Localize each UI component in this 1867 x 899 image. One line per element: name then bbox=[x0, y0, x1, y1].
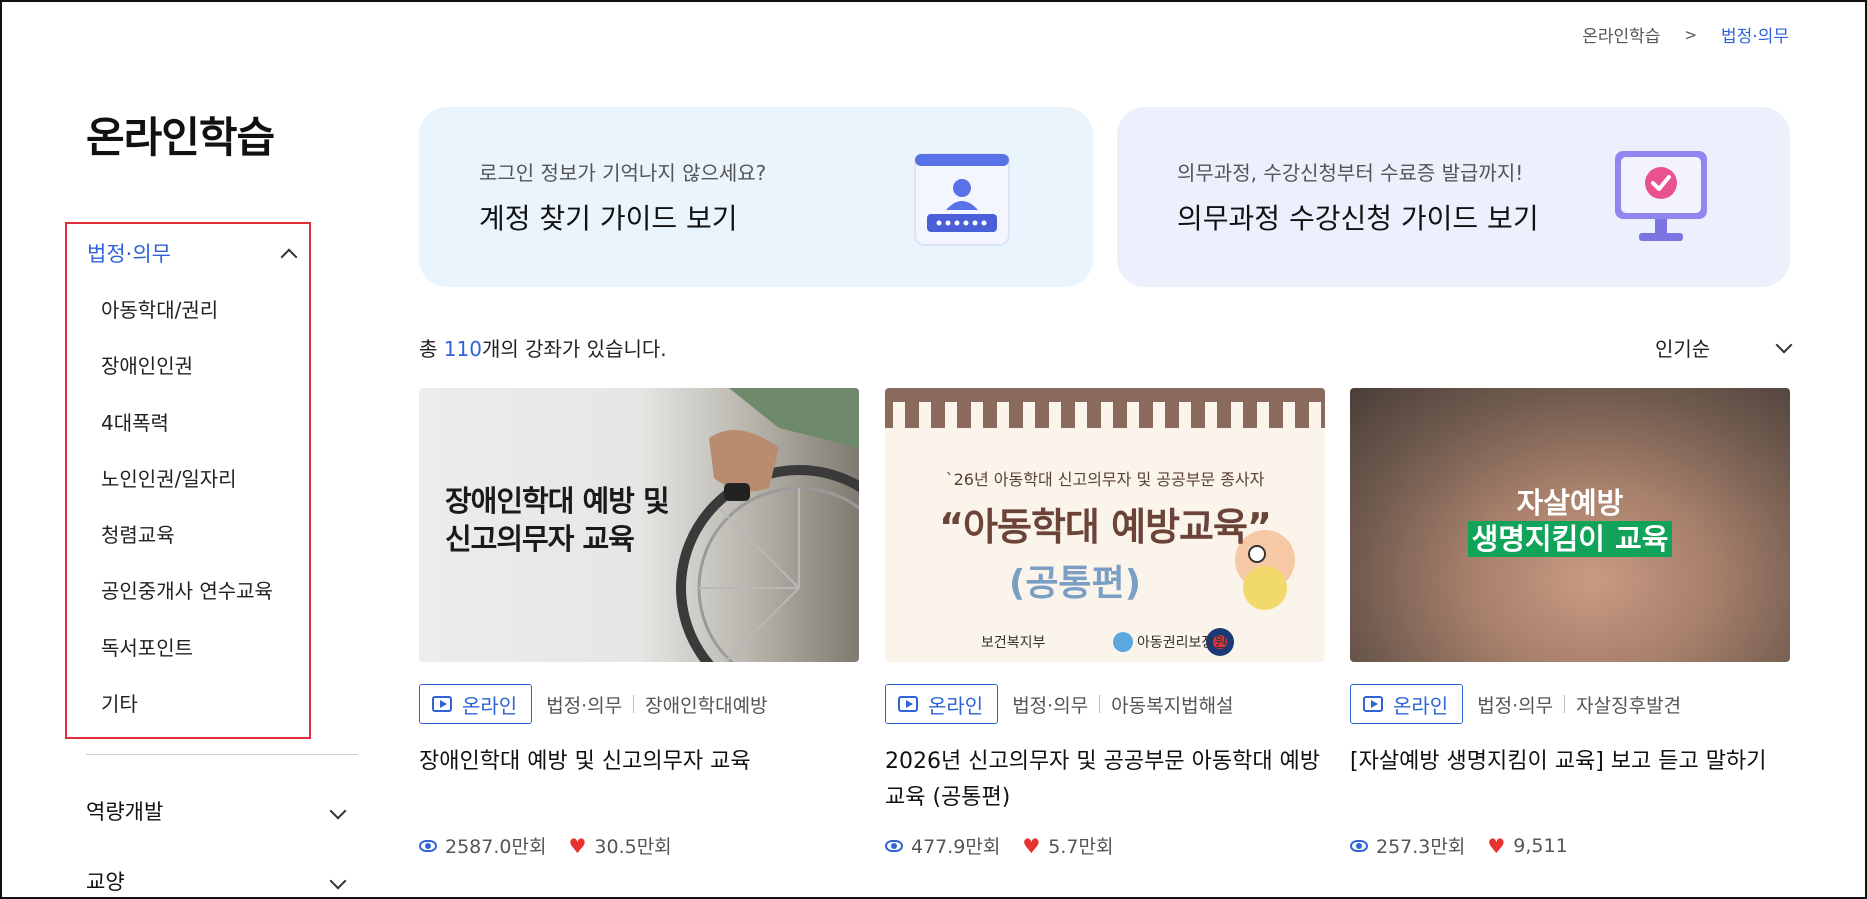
breadcrumb-root[interactable]: 온라인학습 bbox=[1582, 22, 1660, 47]
chevron-down-icon bbox=[329, 872, 347, 890]
banner-title: 의무과정 수강신청 가이드 보기 bbox=[1177, 202, 1539, 235]
thumbnail-text-line2: 신고의무자 교육 bbox=[445, 522, 635, 556]
meta-divider bbox=[1099, 695, 1101, 713]
heart-icon: ♥ bbox=[1487, 833, 1506, 858]
like-count: 5.7만회 bbox=[1048, 836, 1114, 858]
eye-icon bbox=[419, 839, 437, 852]
course-card[interactable]: `26년 아동학대 신고의무자 및 공공부문 종사자 “아동학대 예방교육” (… bbox=[885, 388, 1325, 858]
online-badge-label: 온라인 bbox=[928, 693, 984, 718]
course-meta: 온라인 법정·의무 장애인학대예방 bbox=[419, 684, 768, 724]
sidebar-item-integrity[interactable]: 청렴교육 bbox=[101, 525, 273, 581]
course-card[interactable]: 자살예방 생명지킴이 교육 온라인 법정·의무 자살징후발견 [자살예방 생명지킴… bbox=[1350, 388, 1790, 858]
meta-divider bbox=[1564, 695, 1566, 713]
sort-dropdown[interactable]: 인기순 bbox=[1655, 333, 1793, 362]
course-count-prefix: 총 bbox=[419, 337, 444, 361]
chevron-down-icon bbox=[1775, 336, 1793, 353]
breadcrumb: 온라인학습 > 법정·의무 bbox=[1582, 22, 1789, 48]
banner-account-guide[interactable]: 로그인 정보가 기억나지 않으세요? 계정 찾기 가이드 보기 bbox=[419, 107, 1093, 287]
course-count-number: 110 bbox=[443, 337, 482, 361]
view-count: 477.9만회 bbox=[911, 836, 1001, 858]
sidebar-group-culture[interactable]: 교양 bbox=[86, 866, 347, 896]
banner-subtitle: 의무과정, 수강신청부터 수료증 발급까지! bbox=[1177, 161, 1524, 185]
course-thumbnail[interactable]: 장애인학대 예방 및 신고의무자 교육 bbox=[419, 388, 859, 662]
course-category: 법정·의무 bbox=[1012, 694, 1089, 717]
banner-subtitle: 로그인 정보가 기억나지 않으세요? bbox=[479, 161, 767, 185]
breadcrumb-current: 법정·의무 bbox=[1721, 27, 1789, 47]
course-count-suffix: 개의 강좌가 있습니다. bbox=[481, 337, 667, 361]
monitor-check-icon bbox=[1615, 151, 1707, 241]
sidebar-group-competency-label: 역량개발 bbox=[86, 800, 164, 824]
thumbnail-text-line1: 장애인학대 예방 및 bbox=[445, 484, 670, 518]
course-meta: 온라인 법정·의무 자살징후발견 bbox=[1350, 684, 1681, 724]
thumbnail-logo-ministry: 보건복지부 bbox=[981, 635, 1046, 651]
course-stats: 257.3만회 ♥ 9,511 bbox=[1350, 832, 1568, 859]
sidebar-item-reading-points[interactable]: 독서포인트 bbox=[101, 638, 273, 694]
page-title: 온라인학습 bbox=[86, 113, 275, 162]
course-tag: 장애인학대예방 bbox=[645, 694, 768, 717]
sort-selected: 인기순 bbox=[1655, 337, 1711, 361]
play-icon bbox=[898, 696, 918, 712]
course-title[interactable]: [자살예방 생명지킴이 교육] 보고 듣고 말하기 bbox=[1350, 744, 1790, 780]
account-password-icon bbox=[914, 153, 1010, 246]
course-tag: 자살징후발견 bbox=[1576, 694, 1682, 717]
view-count: 257.3만회 bbox=[1376, 836, 1466, 858]
heart-icon: ♥ bbox=[1022, 833, 1041, 858]
course-tag: 아동복지법해설 bbox=[1111, 694, 1234, 717]
online-badge: 온라인 bbox=[419, 684, 533, 724]
eye-icon bbox=[885, 839, 903, 852]
banner-title: 계정 찾기 가이드 보기 bbox=[479, 202, 738, 235]
breadcrumb-separator-icon: > bbox=[1684, 25, 1698, 44]
play-icon bbox=[432, 696, 452, 712]
course-title[interactable]: 2026년 신고의무자 및 공공부문 아동학대 예방교육 (공통편) bbox=[885, 744, 1325, 816]
online-badge: 온라인 bbox=[1350, 684, 1464, 724]
course-meta: 온라인 법정·의무 아동복지법해설 bbox=[885, 684, 1234, 724]
sidebar-item-elderly-rights[interactable]: 노인인권/일자리 bbox=[101, 469, 273, 525]
sidebar-group-legal-header[interactable]: 법정·의무 bbox=[87, 238, 298, 268]
play-icon bbox=[1363, 696, 1383, 712]
online-badge-label: 온라인 bbox=[1393, 693, 1449, 718]
thumbnail-paren: (공통편) bbox=[1008, 563, 1142, 604]
course-stats: 477.9만회 ♥ 5.7만회 bbox=[885, 832, 1113, 859]
thumbnail-subtitle: `26년 아동학대 신고의무자 및 공공부문 종사자 bbox=[945, 470, 1265, 489]
course-category: 법정·의무 bbox=[1477, 694, 1554, 717]
sidebar-group-competency[interactable]: 역량개발 bbox=[86, 796, 347, 826]
course-thumbnail[interactable]: 자살예방 생명지킴이 교육 bbox=[1350, 388, 1790, 662]
meta-divider bbox=[633, 695, 635, 713]
course-count: 총 110개의 강좌가 있습니다. bbox=[419, 333, 667, 362]
sidebar-item-realtor-training[interactable]: 공인중개사 연수교육 bbox=[101, 581, 273, 637]
sidebar-group-legal-label: 법정·의무 bbox=[87, 242, 171, 266]
sidebar-divider bbox=[86, 754, 358, 755]
course-stats: 2587.0만회 ♥ 30.5만회 bbox=[419, 832, 672, 859]
thumbnail-text-line2: 생명지킴이 교육 bbox=[1467, 521, 1673, 557]
sidebar-group-culture-label: 교양 bbox=[86, 870, 125, 894]
online-badge: 온라인 bbox=[885, 684, 999, 724]
course-title[interactable]: 장애인학대 예방 및 신고의무자 교육 bbox=[419, 744, 859, 780]
sidebar-subitems: 아동학대/권리 장애인인권 4대폭력 노인인권/일자리 청렴교육 공인중개사 연… bbox=[101, 300, 273, 750]
course-card[interactable]: 장애인학대 예방 및 신고의무자 교육 온라인 법정·의무 장애인학대예방 장애인… bbox=[419, 388, 859, 858]
sidebar-item-disability-rights[interactable]: 장애인인권 bbox=[101, 356, 273, 412]
view-count: 2587.0만회 bbox=[445, 836, 547, 858]
heart-icon: ♥ bbox=[568, 833, 587, 858]
course-category: 법정·의무 bbox=[546, 694, 623, 717]
banner-enrollment-guide[interactable]: 의무과정, 수강신청부터 수료증 발급까지! 의무과정 수강신청 가이드 보기 bbox=[1117, 107, 1790, 287]
thumbnail-text-line1: 자살예방 bbox=[1516, 486, 1624, 520]
chevron-down-icon bbox=[329, 802, 347, 820]
sidebar-item-etc[interactable]: 기타 bbox=[101, 694, 273, 750]
like-count: 30.5만회 bbox=[594, 836, 672, 858]
thumbnail-title: “아동학대 예방교육” bbox=[939, 505, 1272, 549]
chevron-up-icon bbox=[280, 248, 298, 266]
like-count: 9,511 bbox=[1513, 834, 1568, 857]
sidebar-item-four-violence[interactable]: 4대폭력 bbox=[101, 413, 273, 469]
sidebar-group-legal: 법정·의무 아동학대/권리 장애인인권 4대폭력 노인인권/일자리 청렴교육 공… bbox=[65, 222, 311, 739]
course-thumbnail[interactable]: `26년 아동학대 신고의무자 및 공공부문 종사자 “아동학대 예방교육” (… bbox=[885, 388, 1325, 662]
sidebar-item-child-abuse[interactable]: 아동학대/권리 bbox=[101, 300, 273, 356]
online-badge-label: 온라인 bbox=[462, 693, 518, 718]
thumbnail-logo-agency: 아동권리보장원 bbox=[1137, 635, 1228, 651]
eye-icon bbox=[1350, 839, 1368, 852]
